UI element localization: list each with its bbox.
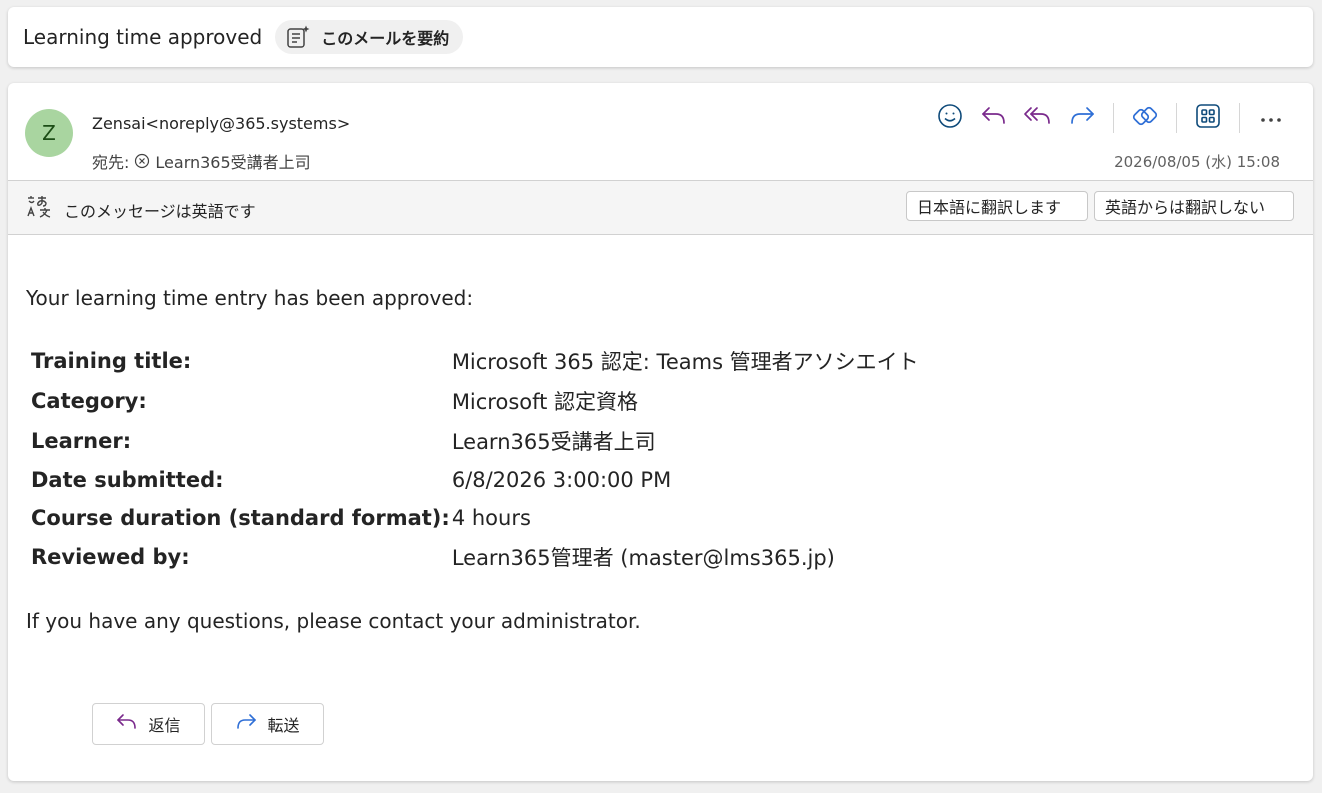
sender-avatar[interactable]: Z: [25, 109, 73, 157]
toolbar-divider: [1176, 103, 1177, 133]
row-label: Date submitted:: [31, 468, 224, 492]
message-intro: Your learning time entry has been approv…: [26, 286, 474, 310]
row-value: Learn365受講者上司: [451, 430, 656, 454]
forward-footer-button[interactable]: 転送: [211, 703, 324, 745]
more-actions-button[interactable]: [1249, 102, 1293, 134]
emoji-reaction-button[interactable]: [928, 102, 972, 134]
loop-button[interactable]: [1123, 102, 1167, 134]
emoji-icon: [937, 103, 963, 133]
table-row: Training title: Microsoft 365 認定: Teams …: [28, 341, 919, 381]
subject-bar: Learning time approved このメールを要約: [8, 7, 1313, 67]
message-actions: [928, 102, 1293, 134]
apps-icon: [1195, 103, 1221, 133]
sender-name[interactable]: Zensai<noreply@365.systems>: [92, 114, 350, 133]
translate-to-japanese-button[interactable]: 日本語に翻訳します: [906, 191, 1088, 221]
row-value: Learn365管理者 (master@lms365.jp): [451, 546, 835, 570]
toolbar-divider: [1239, 103, 1240, 133]
toolbar-divider: [1113, 103, 1114, 133]
table-row: Date submitted: 6/8/2026 3:00:00 PM: [28, 461, 919, 499]
row-label: Training title:: [31, 349, 192, 373]
remove-recipient-icon[interactable]: [134, 153, 150, 169]
loop-icon: [1131, 102, 1159, 134]
table-row: Learner: Learn365受講者上司: [28, 421, 919, 461]
recipient-name[interactable]: Learn365受講者上司: [155, 149, 310, 173]
row-value: Microsoft 365 認定: Teams 管理者アソシエイト: [451, 350, 919, 374]
summarize-button[interactable]: このメールを要約: [275, 20, 464, 54]
email-subject: Learning time approved: [23, 25, 263, 49]
forward-icon: [235, 713, 257, 735]
translate-icon: [26, 194, 54, 224]
row-value: 4 hours: [451, 506, 531, 530]
details-table: Training title: Microsoft 365 認定: Teams …: [28, 341, 919, 577]
reply-icon: [980, 104, 1008, 132]
summarize-icon: [285, 24, 311, 50]
apps-button[interactable]: [1186, 102, 1230, 134]
reply-footer-button[interactable]: 返信: [92, 703, 205, 745]
recipient-line: 宛先: Learn365受講者上司: [92, 149, 311, 173]
message-date: 2026/08/05 (水) 15:08: [1114, 153, 1280, 171]
reply-all-button[interactable]: [1016, 102, 1060, 134]
forward-icon: [1068, 104, 1096, 132]
row-label: Reviewed by:: [31, 545, 190, 569]
message-card: Z Zensai<noreply@365.systems> 宛先: Learn3…: [8, 83, 1313, 781]
row-label: Learner:: [31, 429, 132, 453]
summarize-label: このメールを要約: [321, 29, 450, 48]
table-row: Course duration (standard format): 4 hou…: [28, 499, 919, 537]
never-translate-button[interactable]: 英語からは翻訳しない: [1094, 191, 1294, 221]
to-label: 宛先:: [92, 153, 130, 172]
translation-notice: このメッセージは英語です: [64, 202, 256, 221]
reply-icon: [116, 713, 138, 735]
row-label: Category:: [31, 389, 147, 413]
row-value: 6/8/2026 3:00:00 PM: [451, 468, 672, 492]
table-row: Category: Microsoft 認定資格: [28, 381, 919, 421]
reply-label: 返信: [148, 716, 181, 735]
more-icon: [1259, 109, 1283, 128]
reply-button[interactable]: [972, 102, 1016, 134]
table-row: Reviewed by: Learn365管理者 (master@lms365.…: [28, 537, 919, 577]
forward-button[interactable]: [1060, 102, 1104, 134]
forward-label: 転送: [267, 716, 300, 735]
row-value: Microsoft 認定資格: [451, 390, 639, 414]
reply-all-icon: [1023, 104, 1053, 132]
row-label: Course duration (standard format):: [31, 506, 450, 530]
translation-bar: このメッセージは英語です 日本語に翻訳します 英語からは翻訳しない: [8, 180, 1313, 235]
message-outro: If you have any questions, please contac…: [26, 609, 641, 633]
